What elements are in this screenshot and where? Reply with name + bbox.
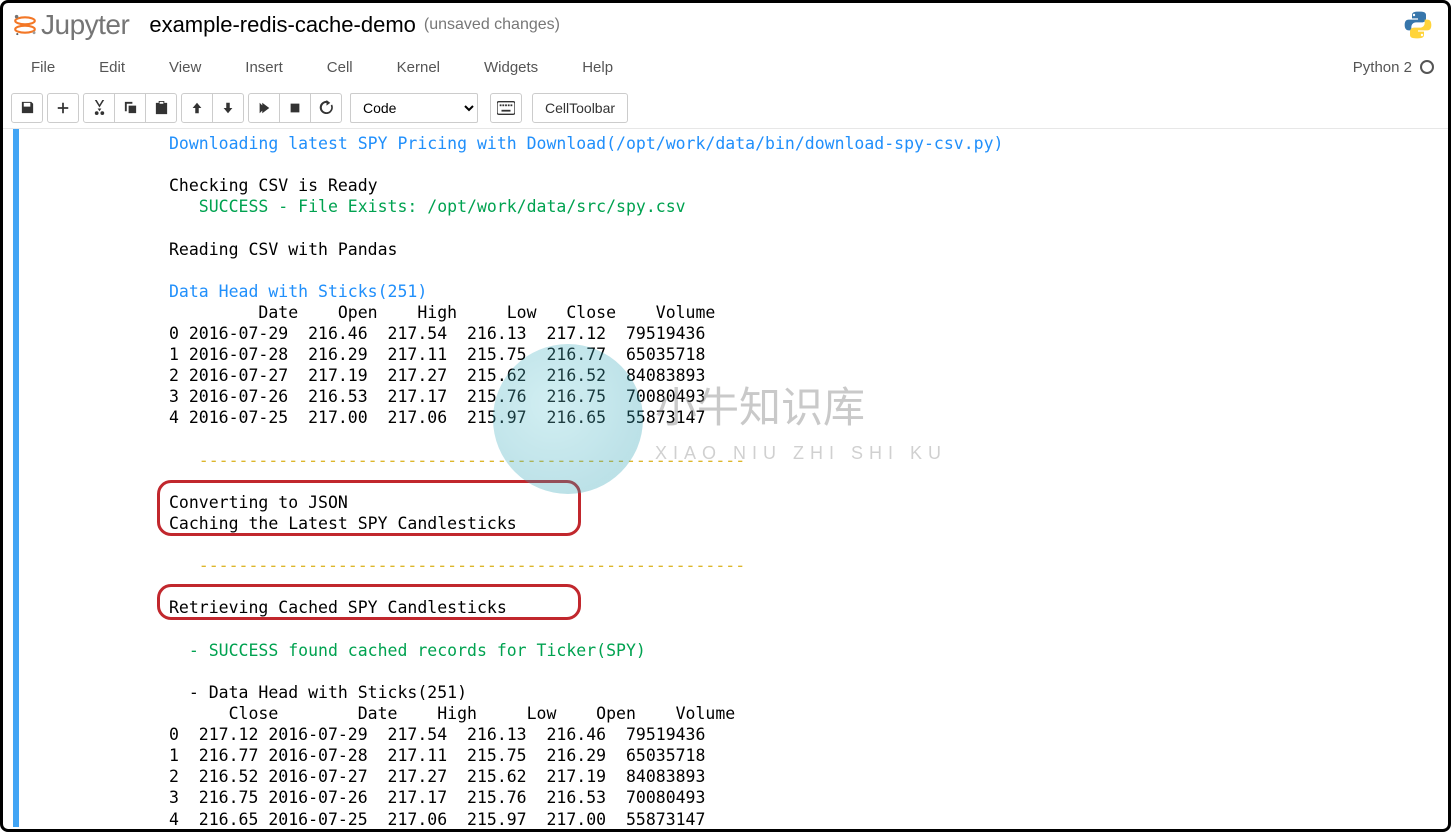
restart-icon bbox=[319, 100, 334, 115]
jupyter-logo[interactable]: Jupyter bbox=[11, 9, 129, 41]
command-palette-button[interactable] bbox=[490, 93, 522, 123]
cell-toolbar-button[interactable]: CellToolbar bbox=[532, 93, 628, 123]
copy-icon bbox=[123, 100, 138, 115]
cut-button[interactable] bbox=[83, 93, 115, 123]
notebook-name[interactable]: example-redis-cache-demo bbox=[149, 12, 416, 38]
menu-widgets[interactable]: Widgets bbox=[462, 51, 560, 84]
arrow-up-icon bbox=[190, 101, 204, 115]
interrupt-button[interactable] bbox=[279, 93, 311, 123]
menu-cell[interactable]: Cell bbox=[305, 51, 375, 84]
menu-view[interactable]: View bbox=[147, 51, 223, 84]
save-button[interactable] bbox=[11, 93, 43, 123]
run-button[interactable] bbox=[248, 93, 280, 123]
notebook-header: Jupyter example-redis-cache-demo (unsave… bbox=[3, 3, 1448, 47]
move-up-button[interactable] bbox=[181, 93, 213, 123]
keyboard-icon bbox=[497, 101, 515, 115]
arrow-down-icon bbox=[221, 101, 235, 115]
kernel-name: Python 2 bbox=[1353, 59, 1412, 76]
menu-insert[interactable]: Insert bbox=[223, 51, 305, 84]
copy-button[interactable] bbox=[114, 93, 146, 123]
jupyter-icon bbox=[11, 11, 39, 39]
cell-type-select[interactable]: Code bbox=[350, 93, 478, 123]
menu-kernel[interactable]: Kernel bbox=[375, 51, 462, 84]
menubar: File Edit View Insert Cell Kernel Widget… bbox=[3, 47, 1448, 87]
restart-button[interactable] bbox=[310, 93, 342, 123]
cell-output-text: Downloading latest SPY Pricing with Down… bbox=[169, 133, 1448, 827]
move-down-button[interactable] bbox=[212, 93, 244, 123]
menu-help[interactable]: Help bbox=[560, 51, 635, 84]
save-status: (unsaved changes) bbox=[424, 16, 560, 34]
run-icon bbox=[257, 101, 271, 115]
paste-icon bbox=[154, 100, 169, 115]
kernel-indicator: Python 2 bbox=[1353, 59, 1434, 76]
stop-icon bbox=[288, 101, 302, 115]
kernel-status-icon bbox=[1420, 60, 1434, 74]
save-icon bbox=[20, 100, 35, 115]
notebook-container: Downloading latest SPY Pricing with Down… bbox=[3, 129, 1448, 827]
menu-edit[interactable]: Edit bbox=[77, 51, 147, 84]
plus-icon bbox=[56, 101, 70, 115]
toolbar: Code CellToolbar bbox=[3, 87, 1448, 129]
code-cell-output: Downloading latest SPY Pricing with Down… bbox=[13, 129, 1448, 827]
add-cell-button[interactable] bbox=[47, 93, 79, 123]
menu-file[interactable]: File bbox=[17, 51, 77, 84]
python-logo-icon bbox=[1402, 9, 1434, 41]
cut-icon bbox=[92, 100, 107, 115]
jupyter-wordmark: Jupyter bbox=[41, 9, 129, 41]
paste-button[interactable] bbox=[145, 93, 177, 123]
